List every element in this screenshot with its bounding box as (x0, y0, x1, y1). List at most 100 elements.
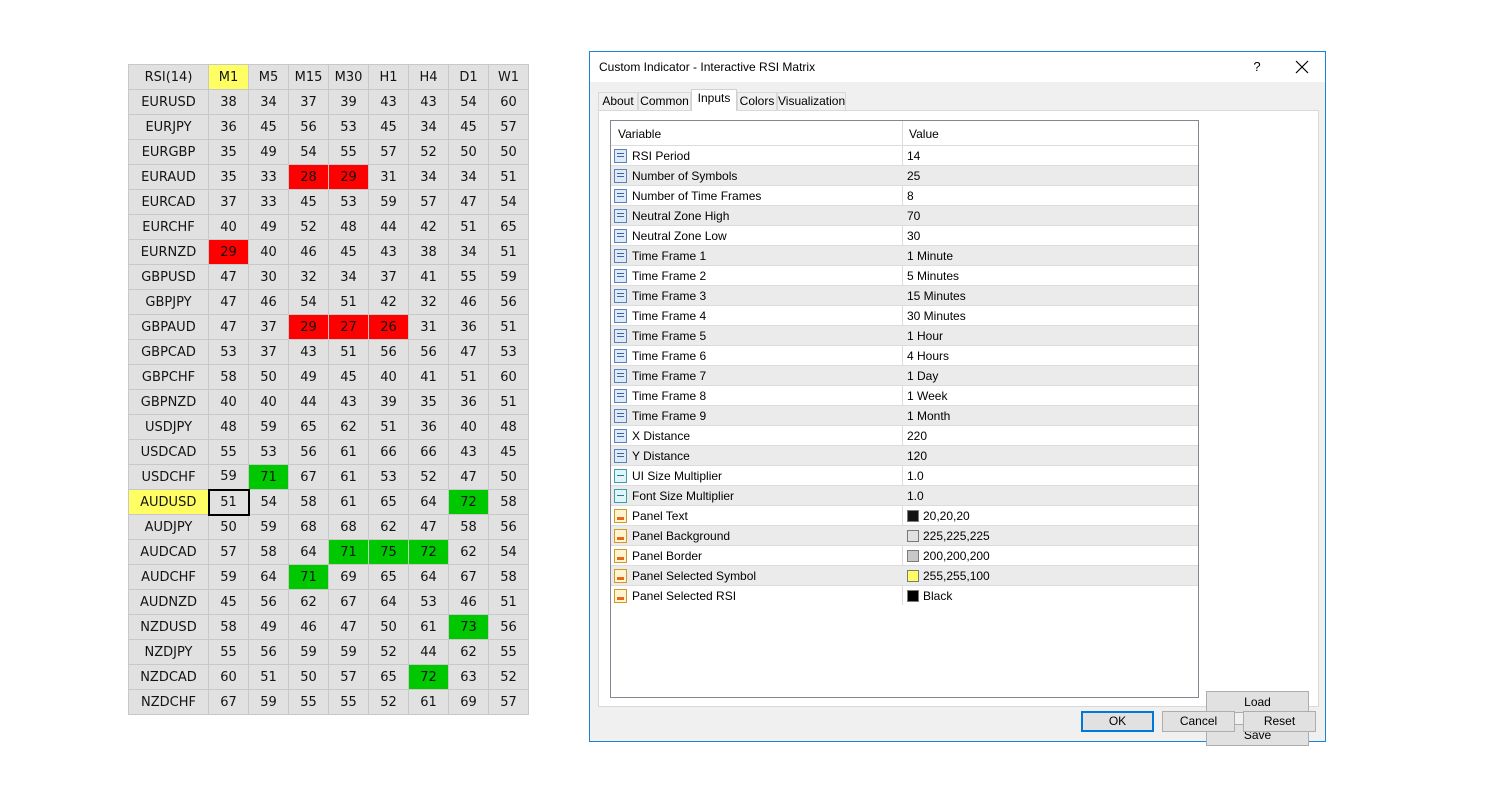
rsi-cell[interactable]: 28 (288, 164, 329, 190)
input-row[interactable]: Time Frame 3 15 Minutes (611, 285, 1198, 305)
rsi-cell[interactable]: 31 (408, 314, 449, 340)
rsi-cell[interactable]: 39 (328, 89, 369, 115)
symbol-label-eurgbp[interactable]: EURGBP (128, 139, 209, 165)
rsi-cell[interactable]: 52 (368, 689, 409, 715)
inputs-grid[interactable]: Variable Value RSI Period 14 Number of Sym… (610, 120, 1199, 698)
rsi-cell[interactable]: 62 (448, 539, 489, 565)
symbol-label-eurnzd[interactable]: EURNZD (128, 239, 209, 265)
input-value[interactable]: 120 (907, 449, 927, 463)
rsi-cell[interactable]: 57 (408, 189, 449, 215)
rsi-cell[interactable]: 40 (248, 389, 289, 415)
rsi-cell[interactable]: 45 (368, 114, 409, 140)
tab-common[interactable]: Common (638, 92, 691, 111)
timeframe-header-w1[interactable]: W1 (488, 64, 529, 90)
rsi-cell[interactable]: 71 (288, 564, 329, 590)
rsi-cell[interactable]: 55 (328, 689, 369, 715)
rsi-cell[interactable]: 48 (208, 414, 249, 440)
rsi-cell[interactable]: 54 (448, 89, 489, 115)
timeframe-header-m15[interactable]: M15 (288, 64, 329, 90)
input-row[interactable]: Time Frame 6 4 Hours (611, 345, 1198, 365)
rsi-cell[interactable]: 61 (328, 464, 369, 490)
rsi-cell[interactable]: 37 (248, 314, 289, 340)
rsi-cell[interactable]: 46 (448, 589, 489, 615)
rsi-cell[interactable]: 56 (368, 339, 409, 365)
rsi-cell[interactable]: 64 (368, 589, 409, 615)
rsi-cell[interactable]: 59 (248, 414, 289, 440)
rsi-cell[interactable]: 64 (408, 564, 449, 590)
input-value[interactable]: 1.0 (907, 469, 924, 483)
input-value[interactable]: 1 Month (907, 409, 950, 423)
rsi-cell[interactable]: 44 (368, 214, 409, 240)
rsi-cell[interactable]: 53 (488, 339, 529, 365)
rsi-cell[interactable]: 34 (448, 164, 489, 190)
rsi-cell[interactable]: 50 (288, 664, 329, 690)
reset-button[interactable]: Reset (1243, 711, 1316, 732)
rsi-cell[interactable]: 60 (488, 89, 529, 115)
rsi-cell[interactable]: 54 (248, 489, 289, 515)
input-row[interactable]: Panel Text 20,20,20 (611, 505, 1198, 525)
rsi-cell[interactable]: 49 (248, 614, 289, 640)
input-row[interactable]: Time Frame 4 30 Minutes (611, 305, 1198, 325)
rsi-cell[interactable]: 53 (248, 439, 289, 465)
rsi-cell[interactable]: 57 (328, 664, 369, 690)
rsi-cell[interactable]: 36 (208, 114, 249, 140)
rsi-cell[interactable]: 41 (408, 264, 449, 290)
rsi-cell[interactable]: 67 (328, 589, 369, 615)
input-row[interactable]: Y Distance 120 (611, 445, 1198, 465)
rsi-cell[interactable]: 56 (248, 639, 289, 665)
rsi-cell[interactable]: 53 (328, 114, 369, 140)
rsi-cell[interactable]: 62 (328, 414, 369, 440)
input-value[interactable]: 255,255,100 (923, 569, 990, 583)
rsi-cell[interactable]: 62 (448, 639, 489, 665)
rsi-cell[interactable]: 68 (328, 514, 369, 540)
rsi-cell[interactable]: 59 (368, 189, 409, 215)
rsi-cell[interactable]: 45 (208, 589, 249, 615)
rsi-cell[interactable]: 62 (288, 589, 329, 615)
rsi-cell[interactable]: 64 (288, 539, 329, 565)
input-value[interactable]: 1 Week (907, 389, 947, 403)
rsi-cell[interactable]: 64 (248, 564, 289, 590)
timeframe-header-h4[interactable]: H4 (408, 64, 449, 90)
rsi-cell[interactable]: 47 (328, 614, 369, 640)
column-header-variable[interactable]: Variable (618, 127, 661, 141)
input-row[interactable]: X Distance 220 (611, 425, 1198, 445)
rsi-cell[interactable]: 51 (448, 214, 489, 240)
rsi-cell[interactable]: 67 (448, 564, 489, 590)
rsi-cell[interactable]: 56 (288, 114, 329, 140)
rsi-cell[interactable]: 46 (248, 289, 289, 315)
input-value[interactable]: 30 Minutes (907, 309, 966, 323)
rsi-cell[interactable]: 47 (408, 514, 449, 540)
rsi-cell[interactable]: 65 (368, 664, 409, 690)
rsi-cell[interactable]: 26 (368, 314, 409, 340)
rsi-cell[interactable]: 56 (288, 439, 329, 465)
rsi-cell[interactable]: 51 (488, 239, 529, 265)
rsi-cell[interactable]: 56 (488, 614, 529, 640)
rsi-cell[interactable]: 47 (448, 189, 489, 215)
input-value[interactable]: 220 (907, 429, 927, 443)
rsi-cell[interactable]: 36 (448, 389, 489, 415)
input-value[interactable]: 4 Hours (907, 349, 949, 363)
rsi-cell[interactable]: 51 (207, 488, 250, 516)
rsi-cell[interactable]: 71 (328, 539, 369, 565)
rsi-cell[interactable]: 45 (448, 114, 489, 140)
input-row[interactable]: UI Size Multiplier 1.0 (611, 465, 1198, 485)
rsi-cell[interactable]: 51 (248, 664, 289, 690)
input-row[interactable]: Time Frame 2 5 Minutes (611, 265, 1198, 285)
rsi-cell[interactable]: 66 (408, 439, 449, 465)
rsi-cell[interactable]: 41 (408, 364, 449, 390)
rsi-cell[interactable]: 49 (248, 139, 289, 165)
rsi-cell[interactable]: 32 (408, 289, 449, 315)
rsi-cell[interactable]: 52 (408, 464, 449, 490)
rsi-cell[interactable]: 55 (208, 639, 249, 665)
rsi-cell[interactable]: 50 (248, 364, 289, 390)
rsi-cell[interactable]: 65 (368, 564, 409, 590)
rsi-cell[interactable]: 73 (448, 614, 489, 640)
rsi-cell[interactable]: 51 (328, 289, 369, 315)
rsi-cell[interactable]: 34 (248, 89, 289, 115)
rsi-cell[interactable]: 69 (328, 564, 369, 590)
symbol-label-eurjpy[interactable]: EURJPY (128, 114, 209, 140)
rsi-cell[interactable]: 53 (328, 189, 369, 215)
rsi-cell[interactable]: 37 (208, 189, 249, 215)
symbol-label-eurchf[interactable]: EURCHF (128, 214, 209, 240)
rsi-cell[interactable]: 59 (248, 514, 289, 540)
